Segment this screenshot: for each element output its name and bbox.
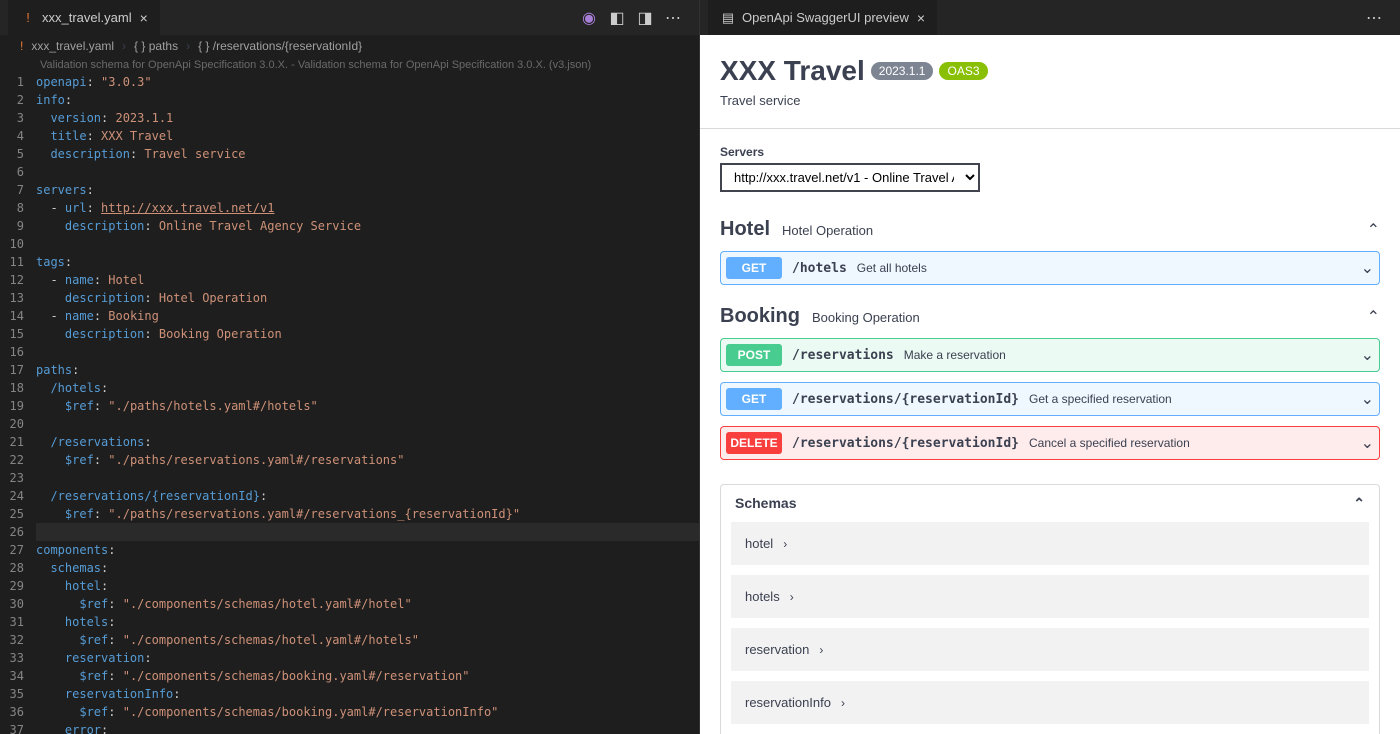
- preview-icon: ▤: [720, 10, 736, 26]
- endpoint-summary: Make a reservation: [904, 348, 1006, 362]
- compass-icon[interactable]: ◉: [579, 8, 599, 28]
- operation-row[interactable]: POST/reservations Make a reservation ⌄: [720, 338, 1380, 372]
- http-method: GET: [726, 388, 782, 410]
- preview-tab-label: OpenApi SwaggerUI preview: [742, 10, 909, 25]
- more-icon[interactable]: ⋯: [663, 8, 683, 28]
- editor-tabs: ! xxx_travel.yaml × ◉ ◧ ◨ ⋯: [0, 0, 699, 35]
- endpoint-summary: Get a specified reservation: [1029, 392, 1172, 406]
- operation-row[interactable]: DELETE/reservations/{reservationId} Cance…: [720, 426, 1380, 460]
- chevron-up-icon: ⌃: [1367, 307, 1380, 327]
- chevron-right-icon: ›: [841, 696, 845, 710]
- api-title: XXX Travel 2023.1.1 OAS3: [720, 55, 1380, 87]
- chevron-down-icon: ⌄: [1361, 258, 1374, 278]
- line-gutter: 1234567891011121314151617181920212223242…: [0, 73, 36, 734]
- endpoint-summary: Get all hotels: [857, 261, 927, 275]
- more-icon[interactable]: ⋯: [1364, 8, 1384, 28]
- tag-desc: Hotel Operation: [782, 223, 873, 238]
- schema-name: reservationInfo: [745, 695, 831, 710]
- schema-item[interactable]: reservationInfo ›: [731, 681, 1369, 724]
- schemas-section: Schemas ⌃ hotel›hotels›reservation›reser…: [720, 484, 1380, 734]
- chevron-right-icon: ›: [790, 590, 794, 604]
- server-select[interactable]: http://xxx.travel.net/v1 - Online Travel…: [720, 163, 980, 192]
- chevron-right-icon: ›: [783, 537, 787, 551]
- close-icon[interactable]: ×: [917, 10, 925, 26]
- http-method: POST: [726, 344, 782, 366]
- preview-panel: ▤ OpenApi SwaggerUI preview × ⋯ XXX Trav…: [700, 0, 1400, 734]
- schema-item[interactable]: hotels ›: [731, 575, 1369, 618]
- operation-row[interactable]: GET/hotels Get all hotels ⌄: [720, 251, 1380, 285]
- breadcrumb-paths: { } paths: [134, 39, 178, 53]
- editor-panel: ! xxx_travel.yaml × ◉ ◧ ◨ ⋯ ! xxx_travel…: [0, 0, 700, 734]
- preview-tab[interactable]: ▤ OpenApi SwaggerUI preview ×: [708, 0, 937, 35]
- endpoint-path: /reservations/{reservationId}: [792, 392, 1019, 407]
- schema-hint: Validation schema for OpenApi Specificat…: [0, 57, 699, 73]
- endpoint-path: /hotels: [792, 261, 847, 276]
- version-badge: 2023.1.1: [871, 62, 934, 80]
- tag-header[interactable]: Hotel Hotel Operation ⌃: [720, 208, 1380, 251]
- http-method: DELETE: [726, 432, 782, 454]
- chevron-down-icon: ⌄: [1361, 389, 1374, 409]
- schema-item[interactable]: hotel ›: [731, 522, 1369, 565]
- schema-name: reservation: [745, 642, 809, 657]
- swagger-header: XXX Travel 2023.1.1 OAS3 Travel service: [700, 35, 1400, 128]
- tag-desc: Booking Operation: [812, 310, 920, 325]
- oas-badge: OAS3: [939, 62, 987, 80]
- close-icon[interactable]: ×: [140, 10, 148, 26]
- breadcrumb-node: { } /reservations/{reservationId}: [198, 39, 362, 53]
- chevron-right-icon: ›: [186, 39, 190, 53]
- yaml-file-icon: !: [20, 10, 36, 26]
- schema-name: hotels: [745, 589, 780, 604]
- endpoint-summary: Cancel a specified reservation: [1029, 436, 1190, 450]
- split-left-icon[interactable]: ◧: [607, 8, 627, 28]
- tag-name: Hotel: [720, 218, 770, 241]
- preview-tabs: ▤ OpenApi SwaggerUI preview × ⋯: [700, 0, 1400, 35]
- schemas-header[interactable]: Schemas ⌃: [721, 485, 1379, 522]
- http-method: GET: [726, 257, 782, 279]
- chevron-up-icon: ⌃: [1353, 495, 1365, 512]
- schema-name: hotel: [745, 536, 773, 551]
- editor-tab-actions: ◉ ◧ ◨ ⋯: [579, 8, 691, 28]
- schema-item[interactable]: reservation ›: [731, 628, 1369, 671]
- editor-tab-label: xxx_travel.yaml: [42, 10, 132, 25]
- schemas-label: Schemas: [735, 495, 796, 512]
- api-title-text: XXX Travel: [720, 55, 865, 87]
- operation-row[interactable]: GET/reservations/{reservationId} Get a sp…: [720, 382, 1380, 416]
- code-area[interactable]: 1234567891011121314151617181920212223242…: [0, 73, 699, 734]
- chevron-down-icon: ⌄: [1361, 433, 1374, 453]
- split-right-icon[interactable]: ◨: [635, 8, 655, 28]
- tag-header[interactable]: Booking Booking Operation ⌃: [720, 295, 1380, 338]
- chevron-right-icon: ›: [122, 39, 126, 53]
- servers-label: Servers: [720, 145, 1380, 159]
- chevron-right-icon: ›: [819, 643, 823, 657]
- chevron-up-icon: ⌃: [1367, 220, 1380, 240]
- breadcrumb-file: xxx_travel.yaml: [31, 39, 114, 53]
- endpoint-path: /reservations: [792, 348, 894, 363]
- code-content[interactable]: openapi: "3.0.3"info: version: 2023.1.1 …: [36, 73, 699, 734]
- api-description: Travel service: [720, 93, 1380, 108]
- chevron-down-icon: ⌄: [1361, 345, 1374, 365]
- editor-tab[interactable]: ! xxx_travel.yaml ×: [8, 0, 160, 35]
- swagger-operations: Hotel Hotel Operation ⌃ GET/hotels Get all h…: [700, 208, 1400, 470]
- servers-block: Servers http://xxx.travel.net/v1 - Onlin…: [700, 128, 1400, 208]
- tag-name: Booking: [720, 305, 800, 328]
- breadcrumb[interactable]: ! xxx_travel.yaml › { } paths › { } /res…: [0, 35, 699, 57]
- endpoint-path: /reservations/{reservationId}: [792, 436, 1019, 451]
